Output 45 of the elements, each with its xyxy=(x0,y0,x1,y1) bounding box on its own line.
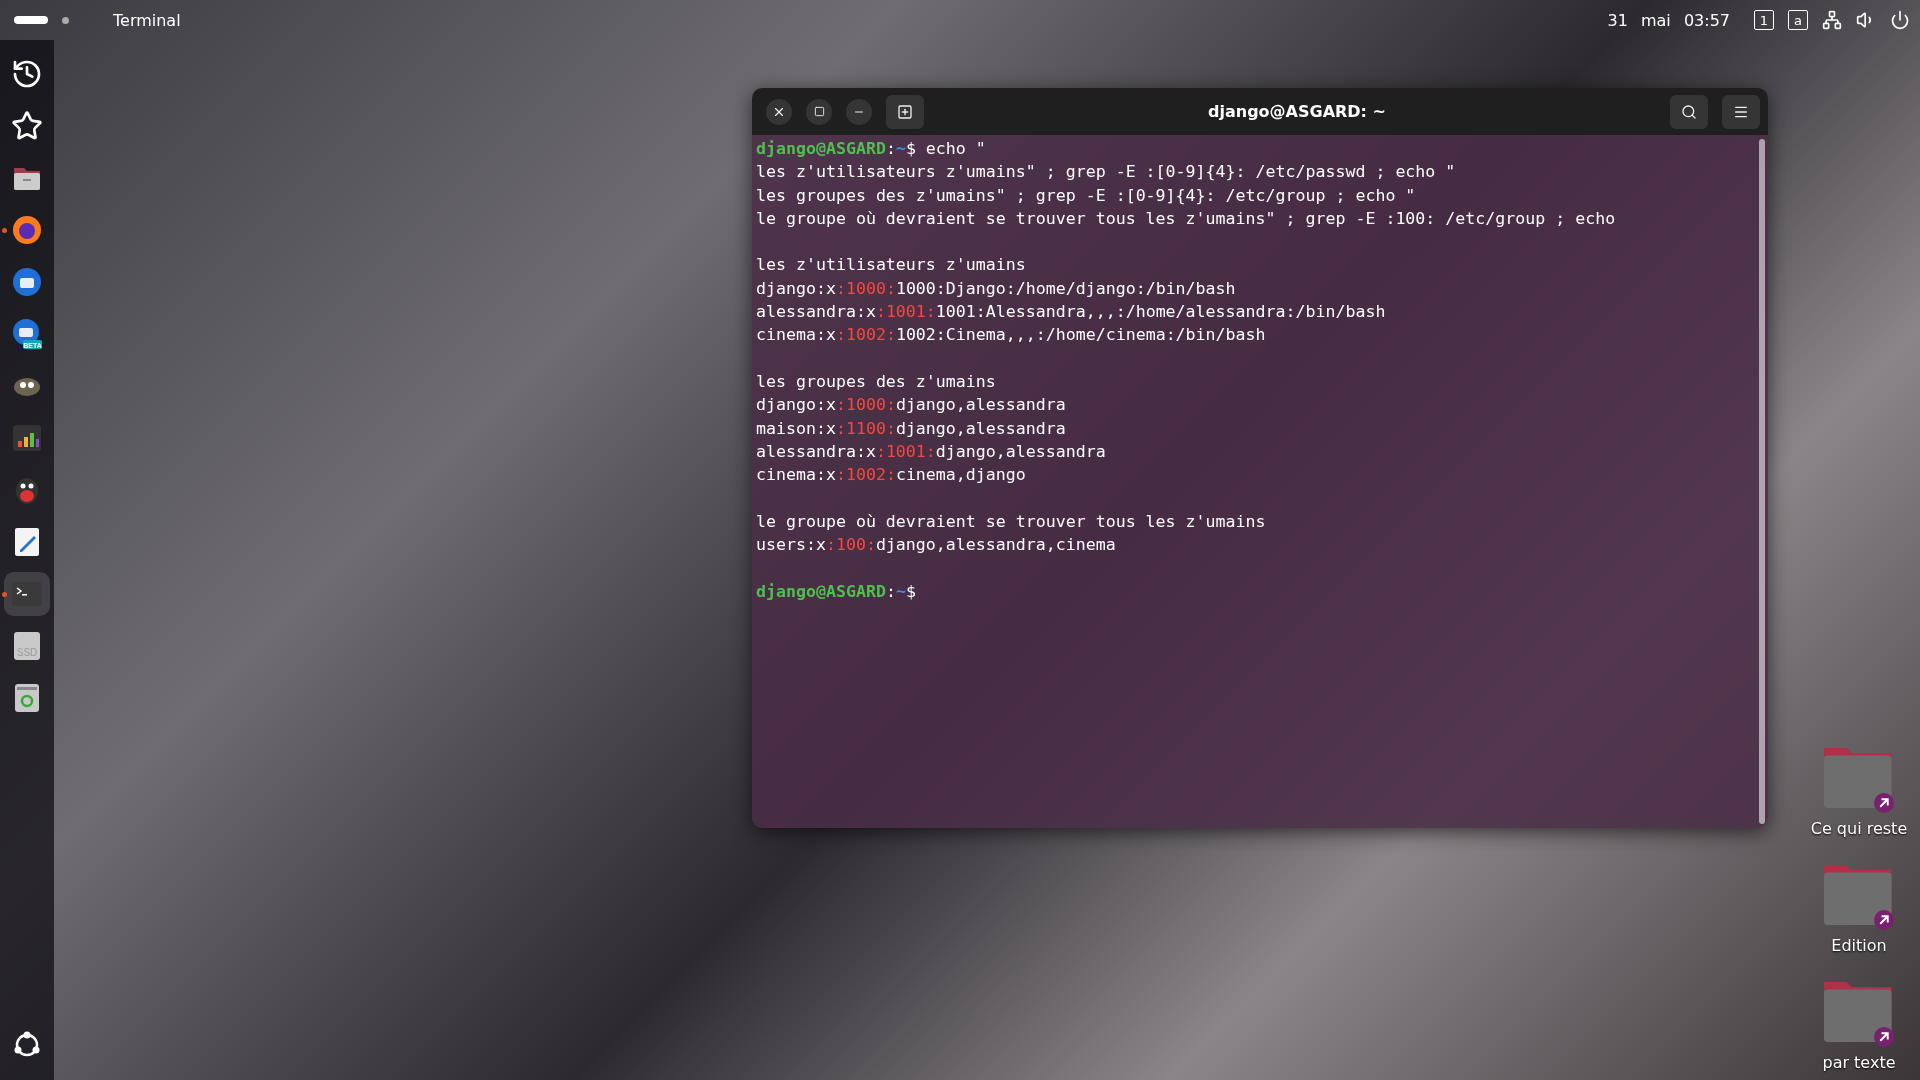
recent-icon xyxy=(11,58,43,90)
folder-label[interactable]: Edition xyxy=(1831,936,1887,955)
new-tab-button[interactable] xyxy=(886,94,924,129)
terminal-line: django:x:1000:1000:Django:/home/django:/bin/bash xyxy=(756,277,1237,300)
scrollbar[interactable] xyxy=(1759,139,1765,824)
terminal-line: les z'utilisateurs z'umains xyxy=(756,254,1027,277)
running-dot xyxy=(2,228,7,233)
search-button[interactable] xyxy=(1670,94,1708,129)
terminal-line: django:x:1000:django,alessandra xyxy=(756,394,1067,417)
terminal-line: django@ASGARD:~$ xyxy=(756,580,917,603)
mail-bird-icon xyxy=(11,266,43,298)
maximize-icon xyxy=(813,106,825,117)
terminal-line: alessandra:x:1001:django,alessandra xyxy=(756,440,1107,463)
browser-icon xyxy=(11,214,43,246)
equalizer-icon xyxy=(11,422,43,454)
search-icon xyxy=(1681,103,1697,120)
terminal-line: maison:x:1100:django,alessandra xyxy=(756,417,1067,440)
terminal-line: le groupe où devraient se trouver tous les z'umains" ; grep -E :100: /etc/group ; echo xyxy=(756,207,1617,230)
terminal-line: alessandra:x:1001:1001:Alessandra,,,:/home/alessandra:/bin/bash xyxy=(756,301,1387,324)
folder-label[interactable]: par texte xyxy=(1822,1053,1896,1072)
keyboard-indicator[interactable]: a xyxy=(1788,10,1808,30)
minimize-button[interactable] xyxy=(846,98,872,125)
star-icon xyxy=(11,110,43,142)
workspace-indicator[interactable] xyxy=(14,16,48,24)
terminal-line: cinema:x:1002:cinema,django xyxy=(756,464,1027,487)
menu-button[interactable] xyxy=(1722,94,1760,129)
power-icon[interactable] xyxy=(1890,10,1910,30)
new-tab-icon xyxy=(897,103,913,120)
maximize-button[interactable] xyxy=(806,98,832,125)
terminal-line: django@ASGARD:~$ echo " xyxy=(756,138,987,160)
running-dot xyxy=(2,592,7,597)
terminal-line: les groupes des z'umains xyxy=(756,370,997,393)
terminal-line: users:x:100:django,alessandra,cinema xyxy=(756,534,1117,557)
terminal-line: les z'utilisateurs z'umains" ; grep -E :[0-9]{4}: /etc/passwd ; echo " xyxy=(756,161,1457,184)
clock[interactable]: 31 mai 03:57 xyxy=(1607,10,1730,30)
terminal-line: cinema:x:1002:1002:Cinema,,,:/home/cinema:/bin/bash xyxy=(756,324,1267,347)
terminal-line: les groupes des z'umains" ; grep -E :[0-9]{4}: /etc/group ; echo " xyxy=(756,184,1417,207)
app-menu[interactable]: Terminal xyxy=(113,10,181,30)
network-icon[interactable] xyxy=(1822,10,1842,30)
window-title: django@ASGARD: ~ xyxy=(1207,102,1387,121)
terminal-line: le groupe où devraient se trouver tous les z'umains xyxy=(756,510,1267,533)
close-button[interactable] xyxy=(766,98,792,125)
workspace-dot[interactable] xyxy=(62,16,69,24)
folder-label[interactable]: Ce qui reste xyxy=(1810,819,1908,838)
keyboard-indicator[interactable]: 1 xyxy=(1754,10,1774,30)
